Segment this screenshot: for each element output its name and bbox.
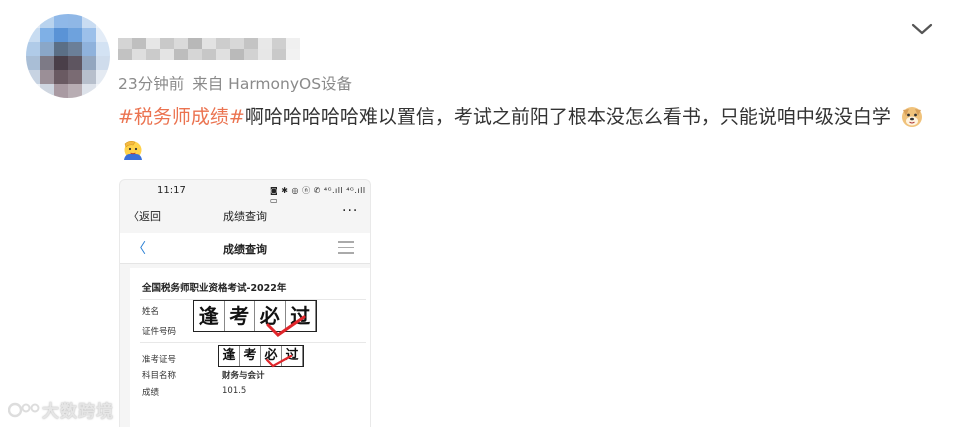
stamp-char: 考 bbox=[225, 301, 255, 331]
subject-value: 财务与会计 bbox=[222, 371, 265, 381]
username-blurred[interactable] bbox=[118, 38, 300, 60]
watermark: 大数跨境 bbox=[7, 397, 114, 422]
exam-heading: 全国税务师职业资格考试-2022年 bbox=[142, 283, 287, 294]
post-text: #税务师成绩#啊哈哈哈哈哈难以置信，考试之前阳了根本没怎么看书，只能说咱中级没白… bbox=[118, 100, 940, 168]
name-label: 姓名 bbox=[142, 307, 160, 317]
post-image[interactable]: 11:17 ◙ ✱ ◎ ⓝ ✆ ⁴ᴳ.ıll ⁴ᴳ.ıll ▭ 〈返回 成绩查询… bbox=[119, 179, 371, 427]
doge-emoji-icon bbox=[901, 107, 922, 127]
chevron-down-icon[interactable] bbox=[908, 18, 936, 40]
page-title: 成绩查询 bbox=[223, 243, 267, 256]
checkmark-icon bbox=[265, 354, 293, 368]
blessing-stamp-large: 逢 考 必 过 bbox=[193, 300, 317, 337]
nav-title: 成绩查询 bbox=[223, 210, 267, 223]
watermark-logo-icon bbox=[7, 402, 40, 418]
salute-emoji-icon bbox=[124, 141, 142, 160]
divider bbox=[140, 342, 366, 343]
avatar[interactable] bbox=[26, 14, 110, 98]
ticket-label: 准考证号 bbox=[142, 355, 177, 365]
stamp-char: 考 bbox=[240, 346, 261, 366]
watermark-text: 大数跨境 bbox=[42, 402, 114, 422]
post-meta: 23分钟前 来自 HarmonyOS设备 bbox=[118, 72, 352, 94]
checkmark-icon bbox=[266, 315, 306, 337]
post-source: 来自 HarmonyOS设备 bbox=[192, 75, 353, 93]
stamp-char: 逢 bbox=[219, 346, 240, 366]
score-label: 成绩 bbox=[142, 388, 160, 398]
status-time: 11:17 bbox=[157, 185, 186, 196]
post-time[interactable]: 23分钟前 bbox=[118, 75, 184, 93]
menu-icon[interactable] bbox=[338, 241, 354, 258]
hashtag-link[interactable]: #税务师成绩# bbox=[118, 106, 245, 128]
score-value: 101.5 bbox=[222, 386, 247, 396]
phone-status-bar: 11:17 ◙ ✱ ◎ ⓝ ✆ ⁴ᴳ.ıll ⁴ᴳ.ıll ▭ bbox=[120, 180, 370, 205]
score-card: 全国税务师职业资格考试-2022年 姓名 证件号码 逢 考 必 过 准考证号 逢… bbox=[130, 268, 370, 427]
page-header: 〈 成绩查询 bbox=[120, 233, 370, 264]
post-body: 啊哈哈哈哈哈难以置信，考试之前阳了根本没怎么看书，只能说咱中级没白学 bbox=[244, 106, 891, 128]
stamp-char: 逢 bbox=[194, 301, 225, 331]
more-button[interactable]: ··· bbox=[342, 203, 358, 219]
subject-label: 科目名称 bbox=[142, 371, 177, 381]
blessing-stamp-small: 逢 考 必 过 bbox=[218, 345, 304, 368]
phone-nav-bar: 〈返回 成绩查询 ··· bbox=[120, 202, 370, 230]
id-label: 证件号码 bbox=[142, 327, 177, 337]
